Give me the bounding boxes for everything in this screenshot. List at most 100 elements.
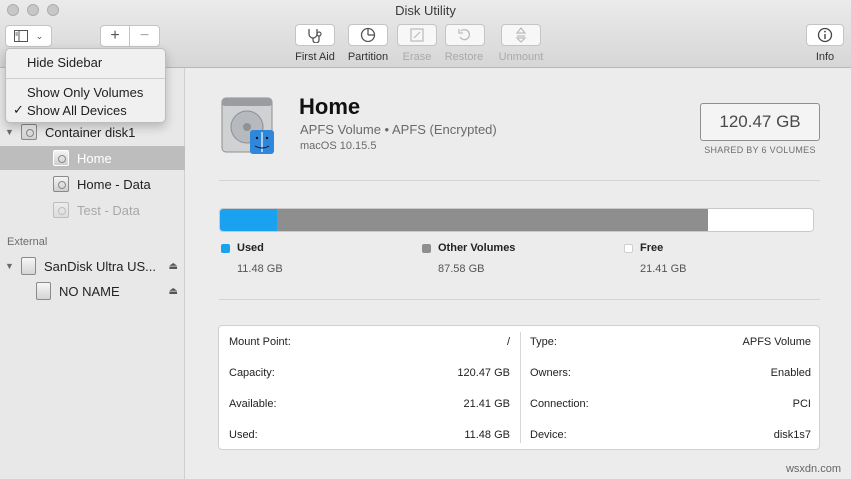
plus-icon: + [110,27,120,44]
volume-type: APFS Volume • APFS (Encrypted) [300,122,497,137]
sidebar-item-label: Container disk1 [45,124,136,140]
volume-icon [53,176,69,192]
volume-icon [53,150,69,166]
info-value: 21.41 GB [463,397,510,410]
info-column-left: Mount Point: / Capacity: 120.47 GB Avail… [219,326,520,449]
info-value: disk1s7 [773,428,811,441]
info-row-available: Available: 21.41 GB [219,388,520,419]
sidebar-view-button[interactable]: ⌄ [5,25,52,47]
eject-icon[interactable]: ⏏ [169,286,178,297]
legend-swatch [221,244,230,253]
minus-icon: − [139,27,150,44]
stethoscope-icon [308,29,322,43]
unmount-button[interactable] [501,24,541,46]
unmount-label: Unmount [498,51,544,63]
info-row-capacity: Capacity: 120.47 GB [219,357,520,388]
detail-panel: Home APFS Volume • APFS (Encrypted) macO… [186,68,851,479]
info-value: PCI [792,397,811,410]
volume-os: macOS 10.15.5 [300,140,377,152]
checkmark-icon: ✓ [13,102,24,117]
external-disk-icon [21,257,36,275]
menu-item-show-all-devices[interactable]: ✓ Show All Devices [6,101,165,119]
view-menu: Hide Sidebar Show Only Volumes ✓ Show Al… [5,48,166,123]
info-key: Owners: [530,366,571,379]
usage-bar-other [276,209,708,231]
external-volume-icon [36,282,51,300]
unmount-icon [515,27,527,43]
volume-name: Home [299,94,361,119]
pie-icon [360,27,376,43]
add-volume-button[interactable]: + [100,25,130,47]
menu-item-show-only-volumes[interactable]: Show Only Volumes [6,83,165,101]
sidebar-item-home-data[interactable]: Home - Data [0,172,185,196]
sidebar-item-label: NO NAME [59,283,120,299]
volume-size-box: 120.47 GB [700,103,820,141]
info-icon [817,27,833,43]
legend-value: 11.48 GB [237,263,283,275]
divider [219,299,820,300]
info-row-device: Device: disk1s7 [520,419,821,450]
info-value: / [506,335,510,348]
sidebar-item-sandisk[interactable]: ▼ SanDisk Ultra US... ⏏ [0,254,185,278]
watermark: wsxdn.com [785,463,841,475]
sidebar-icon [13,30,28,42]
info-row-owners: Owners: Enabled [520,357,821,388]
divider [219,180,820,181]
legend-label: Free [640,242,664,254]
sidebar-item-home[interactable]: Home [0,146,185,170]
info-row-used: Used: 11.48 GB [219,419,520,450]
info-table: Mount Point: / Capacity: 120.47 GB Avail… [218,325,820,450]
erase-icon [410,28,424,42]
chevron-down-icon: ⌄ [35,30,44,41]
menu-item-hide-sidebar[interactable]: Hide Sidebar [6,53,165,71]
menu-item-label: Show All Devices [27,102,127,118]
remove-volume-button[interactable]: − [129,25,160,47]
info-row-mount-point: Mount Point: / [219,326,520,357]
usage-bar-used [220,209,277,231]
legend-swatch [624,244,633,253]
info-key: Used: [229,428,258,441]
menu-separator [6,78,165,79]
info-key: Available: [229,397,277,410]
sidebar-item-label: SanDisk Ultra US... [44,258,156,274]
volume-icon [53,202,69,218]
restore-icon [458,29,470,41]
hard-drive-icon [221,97,274,154]
legend-value: 87.58 GB [438,263,485,275]
info-value: 120.47 GB [457,366,510,379]
legend-swatch [422,244,431,253]
disclosure-triangle-icon[interactable]: ▼ [5,261,15,271]
partition-button[interactable] [348,24,388,46]
erase-button[interactable] [397,24,437,46]
info-key: Connection: [530,397,589,410]
sidebar: ▼ Container disk1 Home Home - Data Test … [0,68,185,479]
info-label: Info [815,51,835,63]
info-value: Enabled [770,366,811,379]
sidebar-item-test-data[interactable]: Test - Data [0,198,185,222]
info-button[interactable] [806,24,844,46]
container-disk-icon [21,124,37,140]
info-key: Type: [530,335,557,348]
legend-label: Other Volumes [438,242,516,254]
info-column-right: Type: APFS Volume Owners: Enabled Connec… [520,326,821,449]
info-key: Mount Point: [229,335,291,348]
sidebar-item-label: Home [77,150,112,166]
usage-bar [219,208,814,232]
eject-icon[interactable]: ⏏ [169,261,178,272]
sidebar-item-label: Test - Data [77,202,140,218]
disclosure-triangle-icon[interactable]: ▼ [5,127,15,137]
info-value: 11.48 GB [464,428,510,441]
sidebar-item-container-disk1[interactable]: ▼ Container disk1 [0,120,185,144]
restore-button[interactable] [445,24,485,46]
window-title: Disk Utility [395,3,456,18]
usage-bar-free [707,209,813,231]
sidebar-section-external: External [7,236,48,248]
first-aid-button[interactable] [295,24,335,46]
info-value: APFS Volume [742,335,811,348]
legend-value: 21.41 GB [640,263,687,275]
info-row-connection: Connection: PCI [520,388,821,419]
info-key: Capacity: [229,366,275,379]
sidebar-item-no-name[interactable]: NO NAME ⏏ [0,279,185,303]
info-key: Device: [530,428,567,441]
info-row-type: Type: APFS Volume [520,326,821,357]
